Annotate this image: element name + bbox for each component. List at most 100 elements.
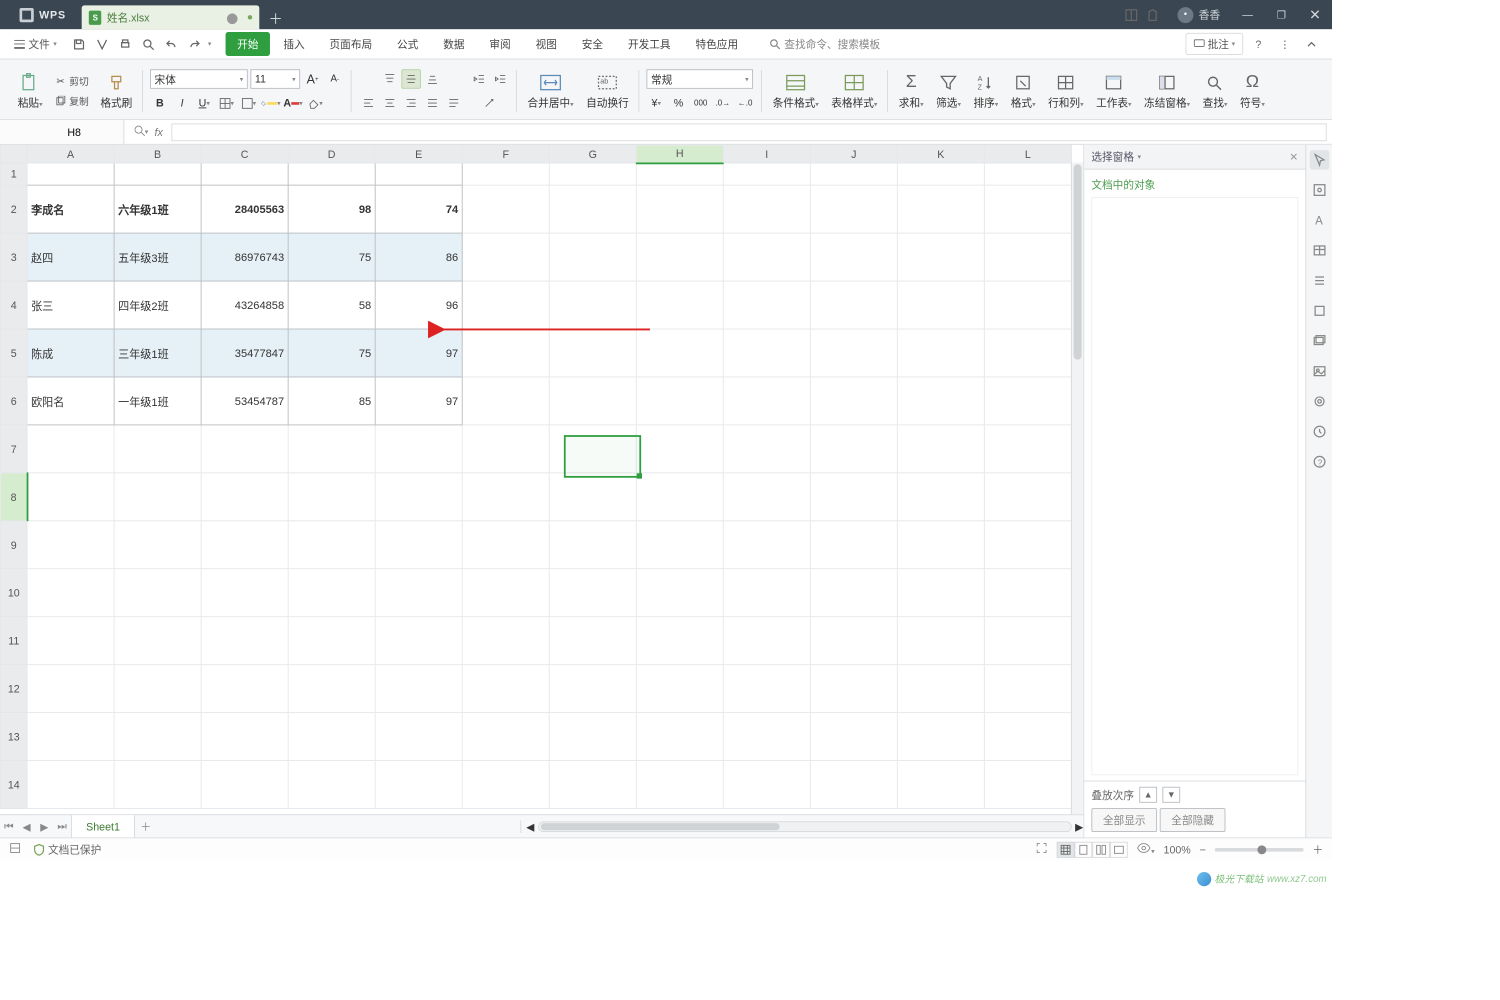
cell-E2[interactable]: 74 [375, 185, 462, 233]
cell-E6[interactable]: 97 [375, 377, 462, 425]
cell-G12[interactable] [549, 665, 636, 713]
cell-A4[interactable]: 张三 [27, 281, 114, 329]
cell-D11[interactable] [288, 617, 375, 665]
format-button[interactable]: 格式▾ [1007, 71, 1039, 112]
align-center-button[interactable] [380, 93, 400, 113]
row-header-11[interactable]: 11 [0, 617, 27, 665]
cell-A1[interactable] [27, 163, 114, 185]
cell-A8[interactable] [27, 473, 114, 521]
cell-I2[interactable] [723, 185, 810, 233]
cell-E11[interactable] [375, 617, 462, 665]
cell-G8[interactable] [549, 473, 636, 521]
cell-K1[interactable] [897, 163, 984, 185]
col-header-I[interactable]: I [723, 145, 810, 163]
select-tool-icon[interactable] [1309, 150, 1329, 170]
cell-A7[interactable] [27, 425, 114, 473]
formula-input[interactable] [172, 123, 1327, 141]
customize-status-icon[interactable] [9, 842, 21, 857]
cell-J3[interactable] [810, 233, 897, 281]
layers-icon[interactable] [1309, 331, 1329, 351]
cell-K13[interactable] [897, 713, 984, 761]
cell-I12[interactable] [723, 665, 810, 713]
cell-J11[interactable] [810, 617, 897, 665]
cell-L14[interactable] [984, 761, 1071, 809]
send-backward-button[interactable]: ▼ [1162, 787, 1180, 803]
cell-A9[interactable] [27, 521, 114, 569]
cell-J1[interactable] [810, 163, 897, 185]
cell-E3[interactable]: 86 [375, 233, 462, 281]
hscroll-left[interactable]: ◀ [526, 820, 534, 832]
cell-D13[interactable] [288, 713, 375, 761]
cell-G11[interactable] [549, 617, 636, 665]
cell-K4[interactable] [897, 281, 984, 329]
cell-F2[interactable] [462, 185, 549, 233]
cell-A14[interactable] [27, 761, 114, 809]
cell-K2[interactable] [897, 185, 984, 233]
bold-button[interactable]: B [150, 93, 170, 113]
cell-E14[interactable] [375, 761, 462, 809]
zoom-value[interactable]: 100% [1164, 843, 1191, 855]
row-header-2[interactable]: 2 [0, 185, 27, 233]
fx-icon[interactable]: fx [155, 126, 163, 138]
zoom-slider[interactable] [1215, 848, 1304, 852]
cell-A3[interactable]: 赵四 [27, 233, 114, 281]
borders-button[interactable]: ▾ [217, 93, 237, 113]
row-header-3[interactable]: 3 [0, 233, 27, 281]
zoom-fx-icon[interactable] [133, 124, 145, 139]
decrease-decimal-button[interactable]: ←.0 [735, 93, 755, 113]
cell-D2[interactable]: 98 [288, 185, 375, 233]
cell-H1[interactable] [636, 163, 723, 185]
cell-G13[interactable] [549, 713, 636, 761]
redo-icon[interactable] [185, 34, 205, 54]
cell-C1[interactable] [201, 163, 288, 185]
tab-页面布局[interactable]: 页面布局 [318, 32, 384, 56]
cell-K9[interactable] [897, 521, 984, 569]
cell-H12[interactable] [636, 665, 723, 713]
cell-H14[interactable] [636, 761, 723, 809]
cell-F11[interactable] [462, 617, 549, 665]
sheet-nav-last[interactable]: ⏭ [53, 815, 71, 838]
tab-开发工具[interactable]: 开发工具 [616, 32, 682, 56]
cell-H10[interactable] [636, 569, 723, 617]
sheet-nav-first[interactable]: ⏮ [0, 815, 18, 838]
distribute-button[interactable] [444, 93, 464, 113]
col-header-L[interactable]: L [984, 145, 1071, 163]
cell-L4[interactable] [984, 281, 1071, 329]
scrollbar-thumb[interactable] [541, 823, 780, 830]
percent-button[interactable]: % [669, 93, 689, 113]
cell-C13[interactable] [201, 713, 288, 761]
sheet-nav-prev[interactable]: ◀ [18, 815, 36, 838]
cell-L7[interactable] [984, 425, 1071, 473]
comma-button[interactable]: 000 [691, 93, 711, 113]
save-icon[interactable] [69, 34, 89, 54]
eye-icon[interactable]: ▾ [1137, 843, 1155, 856]
cell-J8[interactable] [810, 473, 897, 521]
cell-I13[interactable] [723, 713, 810, 761]
row-header-7[interactable]: 7 [0, 425, 27, 473]
cell-A6[interactable]: 欧阳名 [27, 377, 114, 425]
help-side-icon[interactable]: ? [1309, 452, 1329, 472]
user-area[interactable]: • 香香 [1167, 7, 1231, 23]
hamburger-icon[interactable] [1309, 271, 1329, 291]
cell-I7[interactable] [723, 425, 810, 473]
cell-H7[interactable] [636, 425, 723, 473]
tab-公式[interactable]: 公式 [385, 32, 429, 56]
cell-K11[interactable] [897, 617, 984, 665]
chevron-down-icon[interactable]: ▾ [1138, 153, 1142, 161]
annotate-button[interactable]: 批注 ▾ [1185, 33, 1243, 55]
cell-L3[interactable] [984, 233, 1071, 281]
search-box[interactable]: 查找命令、搜索模板 [769, 36, 880, 51]
cell-H4[interactable] [636, 281, 723, 329]
cell-E10[interactable] [375, 569, 462, 617]
cell-B13[interactable] [114, 713, 201, 761]
cell-F12[interactable] [462, 665, 549, 713]
cell-C2[interactable]: 28405563 [201, 185, 288, 233]
cell-G3[interactable] [549, 233, 636, 281]
cell-J4[interactable] [810, 281, 897, 329]
cell-D3[interactable]: 75 [288, 233, 375, 281]
cell-D5[interactable]: 75 [288, 329, 375, 377]
ribbon-more-button[interactable]: ⋮ [1273, 33, 1296, 54]
cell-E5[interactable]: 97 [375, 329, 462, 377]
decrease-indent-button[interactable] [469, 69, 489, 89]
cell-E12[interactable] [375, 665, 462, 713]
